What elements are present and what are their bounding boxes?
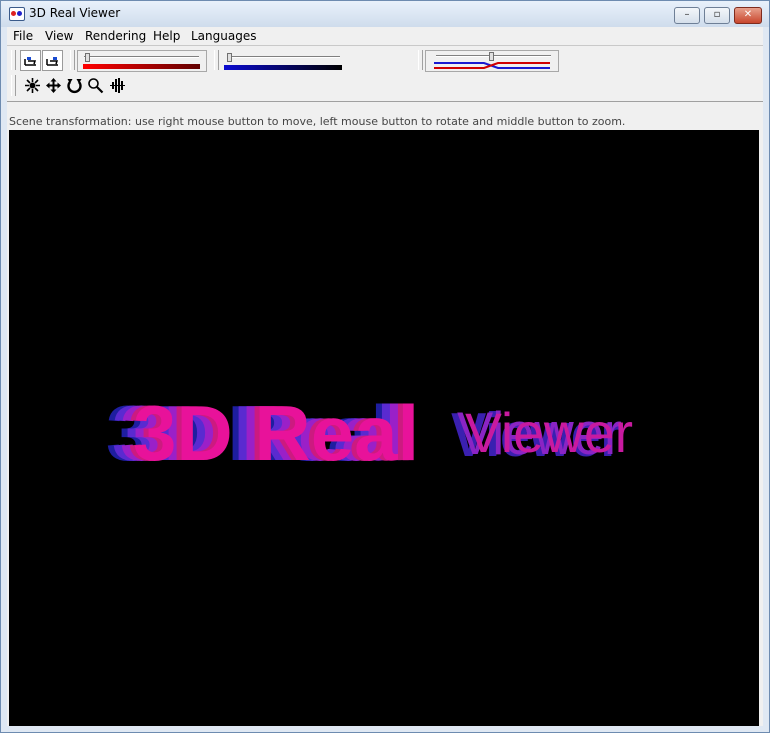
toolbar-grip[interactable] (11, 75, 16, 96)
menu-languages[interactable]: Languages (191, 29, 256, 43)
scene-text-front: Viewer (465, 401, 633, 464)
parallax-slider[interactable] (425, 50, 559, 72)
anaglyph-mode-2-icon[interactable] (42, 50, 63, 71)
minimize-button[interactable]: – (674, 7, 700, 24)
maximize-button[interactable]: ▫ (704, 7, 730, 24)
app-icon (9, 7, 25, 21)
toolbar-grip[interactable] (214, 50, 219, 70)
3d-viewport[interactable]: 3D Real 3D Real 3D Real 3D Real 3D Real … (9, 130, 759, 726)
menu-help[interactable]: Help (153, 29, 180, 43)
red-channel-slider[interactable] (77, 50, 207, 72)
rotate-tool-icon[interactable] (23, 76, 42, 95)
blue-channel-slider[interactable] (220, 50, 348, 72)
toolbar-grip[interactable] (418, 50, 423, 70)
app-window: 3D Real Viewer – ▫ ✕ File View Rendering… (0, 0, 770, 733)
status-text: Scene transformation: use right mouse bu… (9, 115, 626, 128)
anaglyph-mode-1-icon[interactable] (20, 50, 41, 71)
client-area: File View Rendering Help Languages Scene… (7, 27, 763, 726)
menu-file[interactable]: File (13, 29, 33, 43)
menu-view[interactable]: View (45, 29, 73, 43)
window-title: 3D Real Viewer (29, 6, 121, 20)
menu-rendering[interactable]: Rendering (85, 29, 146, 43)
scene-text-front: 3D Real (133, 389, 419, 477)
move-tool-icon[interactable] (44, 76, 63, 95)
toolbar-grip[interactable] (11, 50, 16, 70)
menu-bar: File View Rendering Help Languages (7, 27, 763, 45)
rotate-arrow-icon[interactable] (65, 76, 84, 95)
waveform-icon[interactable] (108, 76, 127, 95)
toolbar-panel (7, 45, 763, 102)
zoom-icon[interactable] (86, 76, 105, 95)
toolbar-grip[interactable] (70, 50, 75, 70)
title-bar[interactable]: 3D Real Viewer – ▫ ✕ (1, 1, 769, 27)
close-button[interactable]: ✕ (734, 7, 762, 24)
